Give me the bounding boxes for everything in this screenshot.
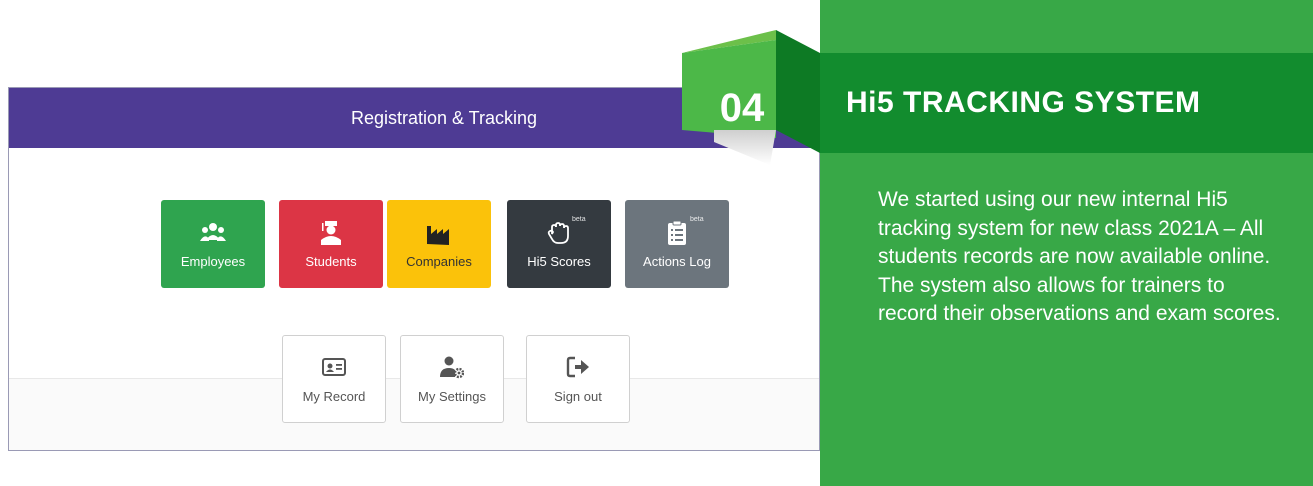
my-record-label: My Record bbox=[302, 388, 366, 404]
companies-tile[interactable]: Companies bbox=[387, 200, 491, 288]
graduate-icon bbox=[318, 220, 344, 246]
sign-out-button[interactable]: Sign out bbox=[526, 335, 630, 423]
user-gear-icon bbox=[440, 355, 465, 379]
info-panel: Hi5 TRACKING SYSTEM We started using our… bbox=[820, 0, 1313, 486]
sign-out-icon bbox=[566, 355, 590, 379]
users-icon bbox=[200, 220, 226, 246]
panel-title: Hi5 TRACKING SYSTEM bbox=[846, 86, 1201, 119]
hand-icon: beta bbox=[546, 216, 586, 246]
students-tile[interactable]: Students bbox=[279, 200, 383, 288]
my-record-button[interactable]: My Record bbox=[282, 335, 386, 423]
title-band: Hi5 TRACKING SYSTEM bbox=[820, 53, 1313, 153]
employees-label: Employees bbox=[180, 253, 246, 269]
actions-log-tile[interactable]: beta Actions Log bbox=[625, 200, 729, 288]
id-card-icon bbox=[322, 355, 346, 379]
hi5-beta-badge: beta bbox=[572, 215, 586, 223]
clipboard-list-icon: beta bbox=[664, 216, 704, 246]
employees-tile[interactable]: Employees bbox=[161, 200, 265, 288]
my-settings-label: My Settings bbox=[418, 388, 486, 404]
companies-label: Companies bbox=[406, 253, 472, 269]
sign-out-label: Sign out bbox=[554, 388, 602, 404]
panel-description: We started using our new internal Hi5 tr… bbox=[878, 188, 1281, 325]
section-number: 04 bbox=[719, 86, 765, 130]
students-label: Students bbox=[305, 253, 357, 269]
my-settings-button[interactable]: My Settings bbox=[400, 335, 504, 423]
actions-log-beta-badge: beta bbox=[690, 215, 704, 223]
factory-icon bbox=[426, 220, 452, 246]
actions-log-label: Actions Log bbox=[643, 253, 711, 269]
hi5-scores-label: Hi5 Scores bbox=[527, 253, 591, 269]
hi5-scores-tile[interactable]: beta Hi5 Scores bbox=[507, 200, 611, 288]
